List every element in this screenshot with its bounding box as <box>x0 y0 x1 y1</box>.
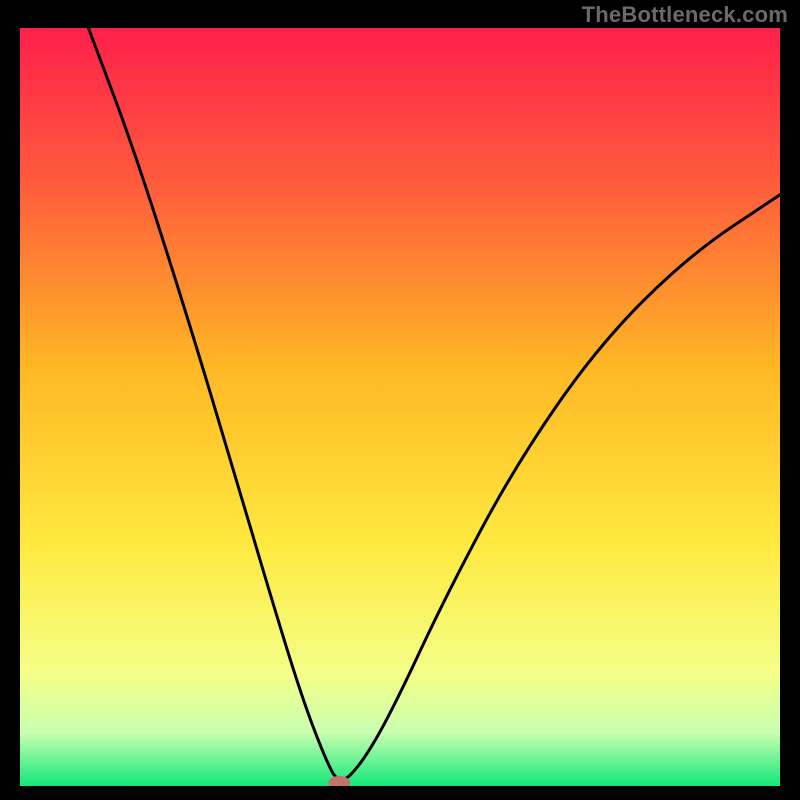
watermark-text: TheBottleneck.com <box>582 2 788 28</box>
bottleneck-chart <box>20 28 780 786</box>
chart-frame: TheBottleneck.com <box>0 0 800 800</box>
plot-background <box>20 28 780 786</box>
